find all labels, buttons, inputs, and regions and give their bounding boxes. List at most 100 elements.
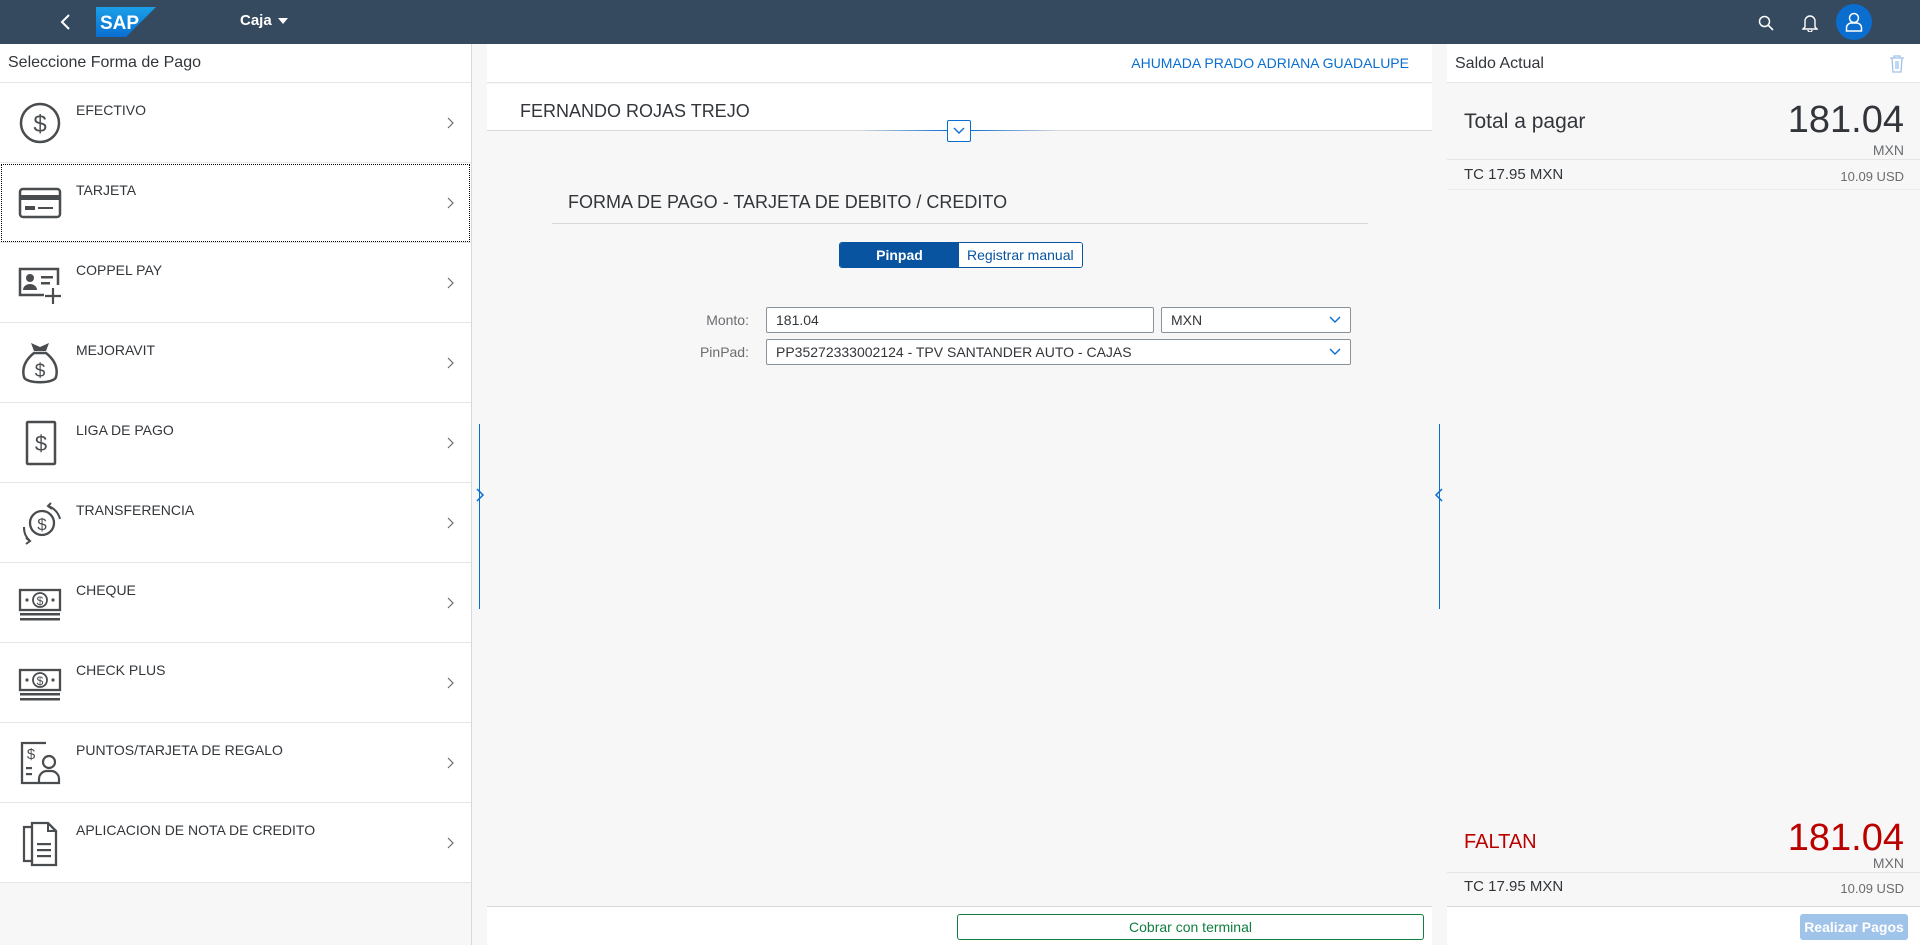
- separator: [1447, 159, 1920, 160]
- faltan-label: FALTAN: [1464, 831, 1537, 853]
- chevron-right-icon[interactable]: [474, 487, 486, 503]
- app-title-menu[interactable]: Caja: [240, 12, 288, 29]
- payment-method-efectivo[interactable]: $ EFECTIVO: [0, 83, 471, 163]
- payment-method-label: TRANSFERENCIA: [76, 502, 195, 518]
- payment-method-coppel-pay[interactable]: COPPEL PAY: [0, 243, 471, 323]
- monto-input[interactable]: 181.04: [766, 307, 1154, 333]
- svg-text:$: $: [37, 674, 44, 688]
- usd-equivalent: 10.09 USD: [1840, 169, 1904, 184]
- right-splitter[interactable]: [1432, 44, 1446, 945]
- payment-method-nota-de-credito[interactable]: APLICACION DE NOTA DE CREDITO: [0, 803, 471, 883]
- splitter-line: [1439, 514, 1440, 609]
- exchange-rate-label: TC 17.95 MXN: [1464, 166, 1564, 183]
- check-plus-icon: $: [18, 668, 62, 701]
- separator: [1447, 189, 1920, 190]
- chevron-down-icon: [953, 127, 965, 134]
- chevron-left-icon[interactable]: [1433, 487, 1445, 503]
- sap-logo[interactable]: SAP: [96, 7, 156, 37]
- payment-method-tarjeta[interactable]: TARJETA: [0, 163, 471, 243]
- gift-points-icon: $: [20, 741, 61, 785]
- separator: [1447, 872, 1920, 873]
- faltan-value: 181.04: [1787, 817, 1904, 859]
- payment-method-label: LIGA DE PAGO: [76, 422, 174, 438]
- chevron-right-icon: [447, 357, 454, 369]
- pinpad-label: PinPad:: [699, 344, 749, 360]
- total-value: 181.04: [1787, 99, 1904, 141]
- svg-text:$: $: [37, 594, 44, 608]
- splitter-line: [479, 514, 480, 609]
- svg-text:$: $: [27, 746, 36, 763]
- faltan-currency: MXN: [1872, 855, 1904, 871]
- currency-select[interactable]: MXN: [1161, 307, 1351, 333]
- svg-text:$: $: [33, 111, 46, 138]
- collapse-line-right: [969, 130, 1059, 131]
- payment-method-label: MEJORAVIT: [76, 342, 156, 358]
- pinpad-select[interactable]: PP35272333002124 - TPV SANTANDER AUTO - …: [766, 339, 1351, 365]
- currency-value: MXN: [1171, 312, 1203, 328]
- customer-name: FERNANDO ROJAS TREJO: [520, 101, 750, 121]
- payment-method-puntos-tarjeta-regalo[interactable]: $ PUNTOS/TARJETA DE REGALO: [0, 723, 471, 803]
- payment-document-icon: $: [25, 420, 57, 466]
- trash-icon[interactable]: [1888, 54, 1906, 74]
- chevron-right-icon: [447, 117, 454, 129]
- cobrar-con-terminal-button[interactable]: Cobrar con terminal: [957, 914, 1424, 940]
- payment-method-label: PUNTOS/TARJETA DE REGALO: [76, 742, 283, 758]
- left-splitter[interactable]: [473, 44, 487, 945]
- cashier-bar: AHUMADA PRADO ADRIANA GUADALUPE: [487, 44, 1432, 83]
- chevron-down-icon: [1329, 316, 1341, 323]
- form-title: FORMA DE PAGO - TARJETA DE DEBITO / CRED…: [568, 192, 1008, 212]
- cashier-name-link[interactable]: AHUMADA PRADO ADRIANA GUADALUPE: [1131, 55, 1409, 71]
- cheque-icon: $: [18, 588, 62, 621]
- payment-method-label: TARJETA: [76, 182, 137, 198]
- payment-method-label: CHECK PLUS: [76, 662, 166, 678]
- balance-title: Saldo Actual: [1455, 55, 1544, 72]
- dollar-coin-icon: $: [19, 102, 61, 144]
- payment-method-header: Seleccione Forma de Pago: [0, 44, 471, 83]
- caret-down-icon: [277, 17, 288, 24]
- money-transfer-icon: $: [23, 502, 61, 545]
- sap-logo-text: SAP: [100, 13, 139, 34]
- center-footer: Cobrar con terminal: [487, 906, 1432, 945]
- total-currency: MXN: [1872, 142, 1904, 158]
- collapse-line-left: [859, 130, 949, 131]
- pinpad-value: PP35272333002124 - TPV SANTANDER AUTO - …: [776, 344, 1132, 360]
- chevron-right-icon: [447, 677, 454, 689]
- splitter-line: [1439, 424, 1440, 519]
- payment-method-mejoravit[interactable]: $ MEJORAVIT: [0, 323, 471, 403]
- balance-footer: Realizar Pagos: [1447, 906, 1920, 945]
- payment-method-panel: Seleccione Forma de Pago $ EFECTIVO TARJ…: [0, 44, 472, 945]
- bell-icon[interactable]: [1796, 9, 1824, 37]
- payment-method-transferencia[interactable]: $ TRANSFERENCIA: [0, 483, 471, 563]
- segment-registrar-manual[interactable]: Registrar manual: [959, 243, 1082, 267]
- header-collapse-button[interactable]: [947, 120, 971, 142]
- back-arrow-icon[interactable]: [52, 8, 80, 36]
- payment-method-label: CHEQUE: [76, 582, 136, 598]
- faltan-exchange-rate-label: TC 17.95 MXN: [1464, 878, 1564, 895]
- chevron-right-icon: [447, 757, 454, 769]
- search-icon[interactable]: [1752, 9, 1780, 37]
- monto-value: 181.04: [776, 312, 819, 328]
- payment-method-label: APLICACION DE NOTA DE CREDITO: [76, 822, 316, 838]
- svg-text:$: $: [35, 361, 46, 382]
- shell-bar: SAP Caja: [0, 0, 1920, 44]
- payment-method-check-plus[interactable]: $ CHECK PLUS: [0, 643, 471, 723]
- splitter-line: [479, 424, 480, 519]
- realizar-pagos-button[interactable]: Realizar Pagos: [1800, 914, 1908, 940]
- credit-card-icon: [18, 187, 62, 219]
- user-avatar-icon[interactable]: [1836, 4, 1872, 40]
- id-card-add-icon: [18, 267, 61, 304]
- payment-method-cheque[interactable]: $ CHEQUE: [0, 563, 471, 643]
- payment-method-label: EFECTIVO: [76, 102, 147, 118]
- money-bag-icon: $: [22, 343, 58, 384]
- chevron-right-icon: [447, 517, 454, 529]
- chevron-right-icon: [447, 837, 454, 849]
- form-divider: [552, 223, 1368, 224]
- chevron-right-icon: [447, 197, 454, 209]
- payment-method-label: COPPEL PAY: [76, 262, 163, 278]
- faltan-usd-equivalent: 10.09 USD: [1840, 881, 1904, 896]
- credit-note-icon: [22, 821, 58, 867]
- chevron-right-icon: [447, 597, 454, 609]
- payment-mode-segmented-button: Pinpad Registrar manual: [839, 242, 1083, 268]
- payment-method-liga-de-pago[interactable]: $ LIGA DE PAGO: [0, 403, 471, 483]
- segment-pinpad[interactable]: Pinpad: [840, 243, 959, 267]
